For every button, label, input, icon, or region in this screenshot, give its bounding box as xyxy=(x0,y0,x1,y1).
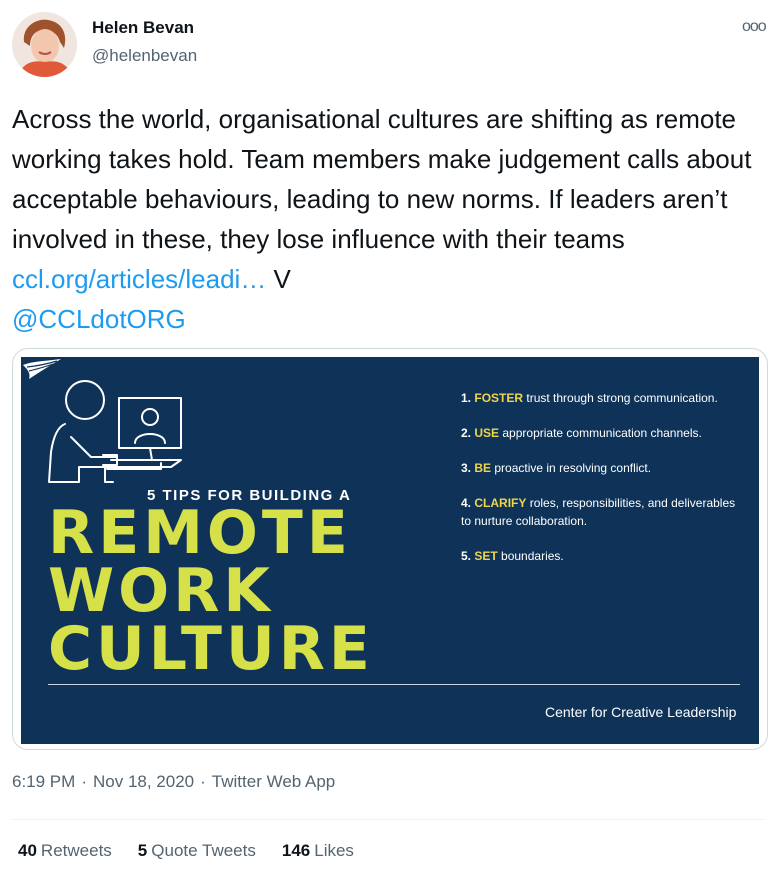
likes-stat[interactable]: 146 Likes xyxy=(282,841,354,861)
likes-label: Likes xyxy=(314,841,354,860)
separator-dot: · xyxy=(81,772,87,791)
tip-keyword: SET xyxy=(474,549,498,563)
tweet-via: V xyxy=(266,264,291,294)
tweet-source[interactable]: Twitter Web App xyxy=(212,772,335,791)
avatar[interactable] xyxy=(12,12,77,77)
avatar-photo xyxy=(12,12,77,77)
quote-tweets-count: 5 xyxy=(137,841,148,860)
tweet-meta: 6:19 PM · Nov 18, 2020 · Twitter Web App xyxy=(12,772,335,792)
tip-text: proactive in resolving conflict. xyxy=(491,461,652,475)
tweet-time[interactable]: 6:19 PM xyxy=(12,772,75,791)
tip-keyword: CLARIFY xyxy=(474,496,527,510)
tip-number: 4. xyxy=(461,496,472,510)
quote-tweets-stat[interactable]: 5 Quote Tweets xyxy=(138,841,256,861)
tweet-image[interactable]: 5 TIPS FOR BUILDING A REMOTE WORK CULTUR… xyxy=(21,357,759,744)
retweets-label: Retweets xyxy=(40,841,112,860)
image-headline-2: WORK xyxy=(48,556,274,626)
mention-link[interactable]: @CCLdotORG xyxy=(12,304,186,334)
tip-keyword: FOSTER xyxy=(474,391,524,405)
tip-number: 3. xyxy=(461,461,472,475)
tip-item: 5. SET boundaries. xyxy=(461,547,746,565)
article-link[interactable]: ccl.org/articles/leadi… xyxy=(12,264,266,294)
tweet-text: Across the world, organisational culture… xyxy=(12,99,764,339)
quote-tweets-label: Quote Tweets xyxy=(151,841,256,860)
tip-item: 1. FOSTER trust through strong communica… xyxy=(461,389,746,407)
image-headline-3: CULTURE xyxy=(48,614,374,684)
stats-divider xyxy=(12,819,764,820)
author-handle[interactable]: @helenbevan xyxy=(92,46,197,66)
separator-dot: · xyxy=(200,772,206,791)
ccl-logo-icon xyxy=(23,359,61,379)
retweets-stat[interactable]: 40 Retweets xyxy=(18,841,112,861)
tips-list: 1. FOSTER trust through strong communica… xyxy=(461,389,746,582)
tip-item: 3. BE proactive in resolving conflict. xyxy=(461,459,746,477)
author-name[interactable]: Helen Bevan xyxy=(92,18,194,38)
engagement-stats: 40 Retweets 5 Quote Tweets 146 Likes xyxy=(18,841,354,861)
ccl-brand: Center for Creative Leadership xyxy=(545,704,737,720)
tweet-date[interactable]: Nov 18, 2020 xyxy=(93,772,194,791)
more-options-icon[interactable]: ooo xyxy=(742,18,767,36)
tip-number: 2. xyxy=(461,426,472,440)
tip-text: trust through strong communication. xyxy=(523,391,718,405)
tip-number: 5. xyxy=(461,549,472,563)
tip-number: 1. xyxy=(461,391,472,405)
tweet-body: Across the world, organisational culture… xyxy=(12,104,752,254)
retweets-count: 40 xyxy=(18,841,37,860)
tip-keyword: USE xyxy=(474,426,500,440)
likes-count: 146 xyxy=(281,841,311,860)
image-divider xyxy=(48,684,740,685)
tip-text: boundaries. xyxy=(497,549,564,563)
tip-text: appropriate communication channels. xyxy=(499,426,702,440)
tip-item: 2. USE appropriate communication channel… xyxy=(461,424,746,442)
tip-keyword: BE xyxy=(474,461,492,475)
media-card[interactable]: 5 TIPS FOR BUILDING A REMOTE WORK CULTUR… xyxy=(12,348,768,750)
image-headline-1: REMOTE xyxy=(48,498,352,568)
tip-item: 4. CLARIFY roles, responsibilities, and … xyxy=(461,494,746,530)
